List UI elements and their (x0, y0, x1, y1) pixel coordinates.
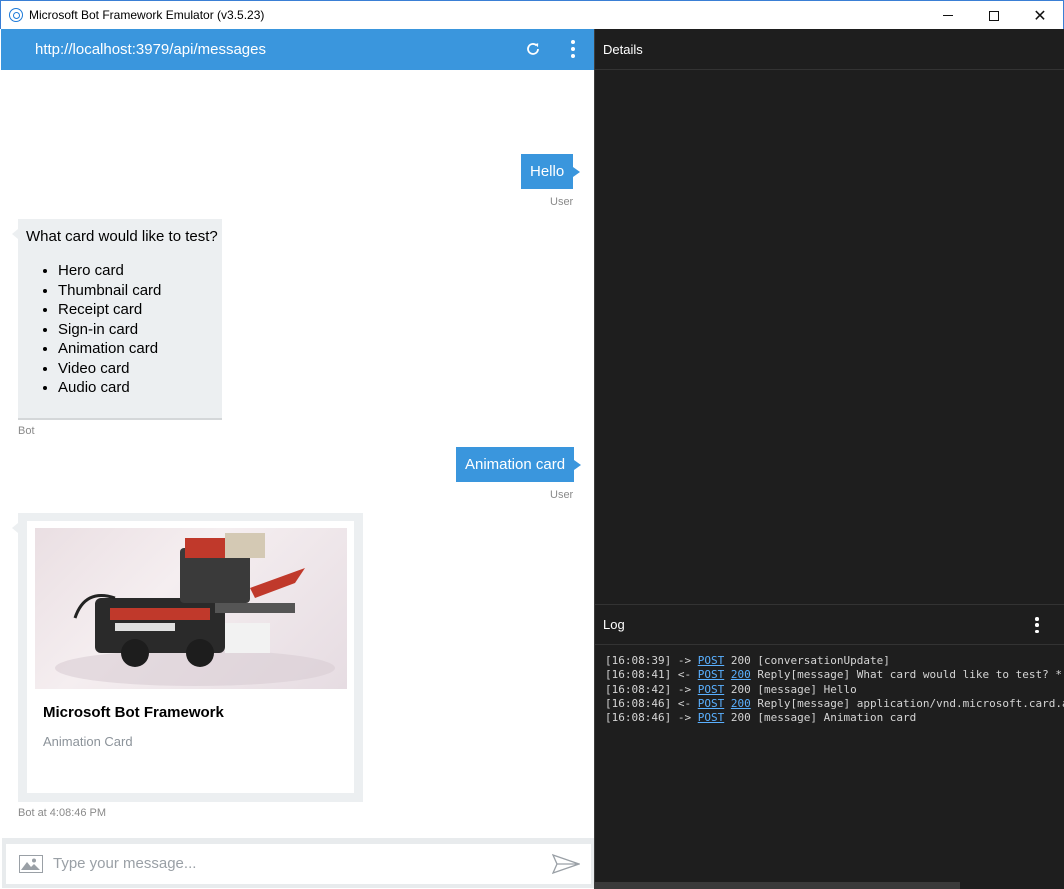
details-title: Details (603, 41, 643, 57)
log-entry: [16:08:46] <- POST 200 Reply[message] ap… (605, 697, 1064, 711)
card-subtitle: Animation Card (43, 734, 133, 749)
log-status: 200 (730, 711, 751, 725)
bot-message: What card would like to test? Hero card … (12, 219, 222, 420)
log-status-link[interactable]: 200 (731, 668, 751, 681)
log-direction: -> (677, 682, 692, 696)
card-title: Microsoft Bot Framework (43, 704, 224, 721)
log-direction: -> (677, 711, 692, 725)
bot-question: What card would like to test? (26, 228, 218, 245)
message-meta: Bot (18, 425, 35, 437)
log-entry: [16:08:46] -> POST 200 [message] Animati… (605, 711, 1064, 725)
list-item: Hero card (58, 261, 161, 281)
maximize-button[interactable] (971, 1, 1017, 30)
close-icon: ✕ (1033, 5, 1047, 25)
log-direction: -> (677, 654, 692, 667)
details-header: Details (595, 29, 1064, 70)
log-time: [16:08:42] (605, 682, 672, 696)
minimize-button[interactable] (925, 1, 971, 30)
list-item: Sign-in card (58, 320, 161, 340)
log-direction: <- (677, 696, 692, 710)
message-meta: User (550, 489, 574, 501)
animation-media[interactable] (35, 528, 347, 689)
log-text: [message] Animation card (757, 711, 917, 725)
log-entries: [16:08:39] -> POST 200 [conversationUpda… (605, 654, 1064, 725)
user-message: Hello (521, 154, 581, 189)
inspector-panel: Details Log [16:08:39] -> POST 200 [conv… (594, 29, 1064, 889)
composer-box: Type your message... (6, 844, 591, 884)
log-method-link[interactable]: POST (698, 697, 725, 710)
user-message-text: Animation card (465, 456, 566, 473)
refresh-icon[interactable] (525, 40, 541, 58)
log-time: [16:08:39] (605, 654, 672, 667)
log-text: Reply[message] What card would like to t… (757, 668, 1064, 682)
window-titlebar: Microsoft Bot Framework Emulator (v3.5.2… (0, 0, 1064, 29)
list-item: Animation card (58, 339, 161, 359)
minimize-icon (943, 15, 953, 16)
horizontal-scrollbar[interactable] (595, 882, 960, 889)
user-message-text: Hello (530, 163, 565, 180)
log-text: [message] Hello (757, 682, 857, 696)
message-input[interactable]: Type your message... (53, 855, 196, 872)
list-item: Video card (58, 359, 161, 379)
log-header: Log (595, 604, 1064, 645)
log-status: 200 (730, 682, 751, 696)
log-status-link[interactable]: 200 (731, 697, 751, 710)
close-button[interactable]: ✕ (1017, 1, 1063, 30)
log-time: [16:08:41] (605, 668, 672, 682)
endpoint-url[interactable]: http://localhost:3979/api/messages (35, 41, 266, 58)
log-text: [conversationUpdate] (757, 654, 890, 667)
log-title: Log (603, 617, 625, 632)
log-status: 200 (730, 654, 751, 667)
log-text: Reply[message] application/vnd.microsoft… (757, 696, 1064, 710)
maximize-icon (989, 10, 999, 21)
window-controls: ✕ (925, 1, 1063, 30)
message-meta: Bot at 4:08:46 PM (18, 807, 107, 819)
message-meta: User (550, 196, 574, 208)
log-entry: [16:08:42] -> POST 200 [message] Hello (605, 683, 1064, 697)
log-entry: [16:08:39] -> POST 200 [conversationUpda… (605, 654, 1064, 668)
more-vertical-icon[interactable] (567, 40, 579, 58)
list-item: Audio card (58, 378, 161, 398)
message-composer: Type your message... (2, 838, 595, 888)
log-time: [16:08:46] (605, 711, 672, 725)
app-logo-icon (9, 8, 23, 22)
image-icon[interactable] (19, 855, 43, 873)
chat-header: http://localhost:3979/api/messages (1, 29, 594, 70)
log-method-link[interactable]: POST (698, 668, 725, 681)
chat-panel: http://localhost:3979/api/messages Hello… (1, 29, 595, 888)
log-entry: [16:08:41] <- POST 200 Reply[message] Wh… (605, 668, 1064, 682)
window-title: Microsoft Bot Framework Emulator (v3.5.2… (29, 8, 265, 22)
user-message: Animation card (456, 447, 582, 482)
animation-card[interactable]: Microsoft Bot Framework Animation Card (27, 521, 354, 793)
more-vertical-icon[interactable] (1033, 617, 1041, 633)
bot-message: Microsoft Bot Framework Animation Card (12, 513, 363, 802)
log-method-link[interactable]: POST (698, 654, 725, 667)
card-options-list: Hero card Thumbnail card Receipt card Si… (58, 261, 161, 398)
send-icon[interactable] (551, 853, 581, 879)
log-time: [16:08:46] (605, 696, 672, 710)
list-item: Receipt card (58, 300, 161, 320)
log-method-link[interactable]: POST (698, 711, 725, 724)
log-method-link[interactable]: POST (698, 683, 725, 696)
list-item: Thumbnail card (58, 281, 161, 301)
log-direction: <- (677, 668, 692, 682)
